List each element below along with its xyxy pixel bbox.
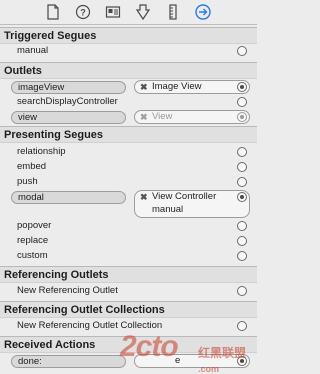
triggered-segues-header: Triggered Segues	[0, 27, 257, 44]
quick-help-icon[interactable]: ?	[74, 3, 92, 21]
new-referencing-outlet-collection-connector[interactable]	[237, 321, 247, 331]
embed-segue-connector[interactable]	[237, 162, 247, 172]
replace-segue-connector[interactable]	[237, 236, 247, 246]
attributes-inspector-icon[interactable]	[134, 3, 152, 21]
modal-segue-connector[interactable]	[237, 192, 247, 202]
referencing-outlets-header: Referencing Outlets	[0, 266, 257, 283]
view-outlet-connector[interactable]	[237, 112, 247, 122]
popover-segue-label: popover	[17, 220, 52, 231]
push-segue-label: push	[17, 176, 38, 187]
watermark-com-text: .com	[198, 364, 220, 374]
searchdisplaycontroller-outlet-connector[interactable]	[237, 97, 247, 107]
size-inspector-icon[interactable]	[164, 3, 182, 21]
manual-segue-label: manual	[17, 45, 49, 56]
modal-segue-target[interactable]: ✖ View Controller manual	[134, 190, 250, 218]
svg-text:?: ?	[80, 8, 86, 18]
watermark-logo: 2cto	[120, 330, 179, 364]
searchdisplaycontroller-outlet-label: searchDisplayController	[17, 96, 118, 107]
embed-segue-label: embed	[17, 161, 47, 172]
disconnect-icon[interactable]: ✖	[140, 111, 148, 123]
custom-segue-connector[interactable]	[237, 251, 247, 261]
disconnect-icon[interactable]: ✖	[140, 191, 148, 203]
referencing-outlet-collections-header: Referencing Outlet Collections	[0, 301, 257, 318]
watermark-cn-text: 红黑联盟	[198, 346, 247, 360]
imageview-outlet-connector[interactable]	[237, 82, 247, 92]
view-target-label: View	[152, 111, 173, 122]
connections-inspector-icon[interactable]	[194, 3, 212, 21]
identity-inspector-icon[interactable]	[104, 3, 122, 21]
imageview-target-label: Image View	[152, 81, 202, 92]
imageview-outlet-target[interactable]: ✖ Image View	[134, 80, 250, 94]
presenting-segues-header: Presenting Segues	[0, 126, 257, 143]
view-outlet-target[interactable]: ✖ View	[134, 110, 250, 124]
modal-target-label: View Controller	[152, 191, 217, 202]
connections-inspector: ? Triggered Segues manual Outlets imageV…	[0, 0, 257, 374]
relationship-segue-label: relationship	[17, 146, 66, 157]
manual-segue-connector[interactable]	[237, 46, 247, 56]
custom-segue-label: custom	[17, 250, 48, 261]
new-referencing-outlet-connector[interactable]	[237, 286, 247, 296]
disconnect-icon[interactable]: ✖	[140, 81, 148, 93]
modal-segue-pill[interactable]: modal	[11, 191, 126, 204]
modal-target-sublabel: manual	[152, 204, 184, 215]
file-inspector-icon[interactable]	[44, 3, 62, 21]
relationship-segue-connector[interactable]	[237, 147, 247, 157]
replace-segue-label: replace	[17, 235, 49, 246]
view-outlet-pill[interactable]: view	[11, 111, 126, 124]
push-segue-connector[interactable]	[237, 177, 247, 187]
inspector-tab-bar: ?	[0, 0, 257, 25]
outlets-header: Outlets	[0, 62, 257, 79]
imageview-outlet-pill[interactable]: imageView	[11, 81, 126, 94]
popover-segue-connector[interactable]	[237, 221, 247, 231]
done-action-pill[interactable]: done:	[11, 355, 126, 368]
new-referencing-outlet-label: New Referencing Outlet	[17, 285, 118, 296]
watermark-chinese: 红黑联盟 .com	[198, 344, 246, 374]
watermark-main-text: 2cto	[120, 330, 179, 363]
